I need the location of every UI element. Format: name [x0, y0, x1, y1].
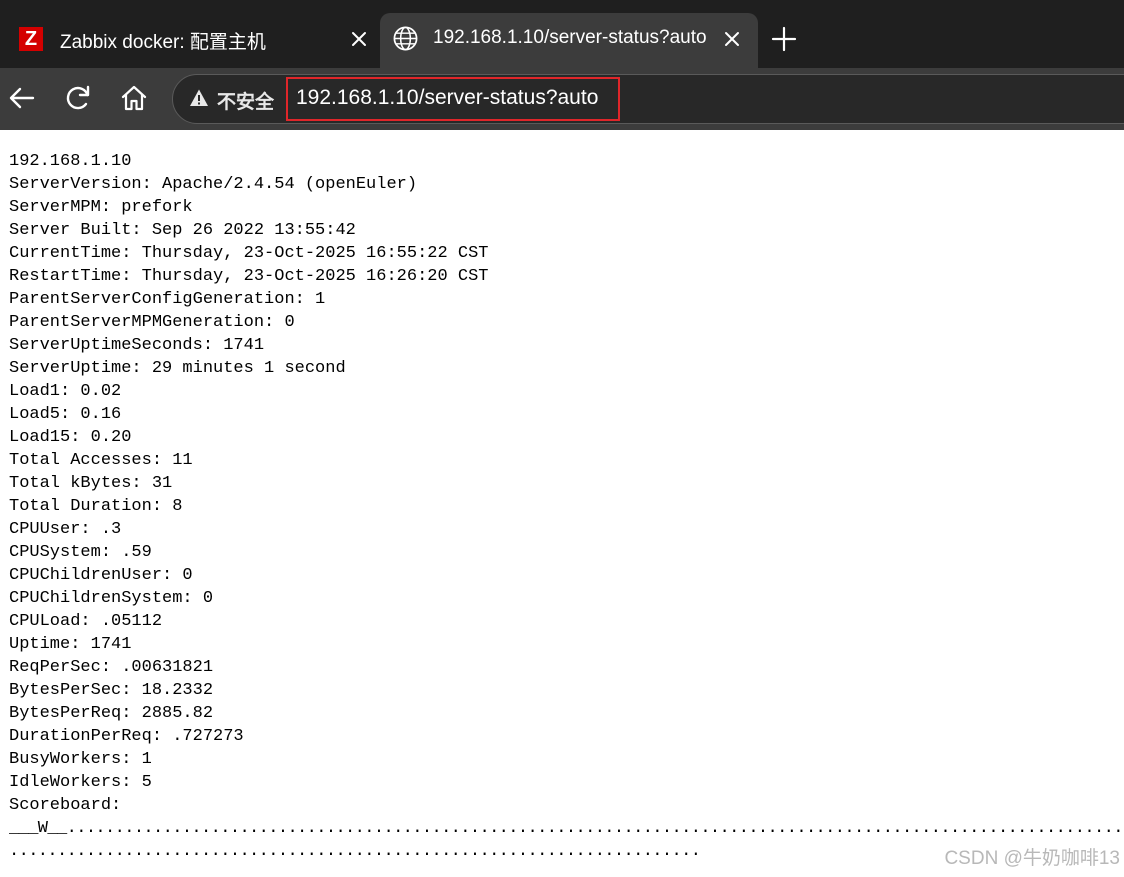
status-line: CPUSystem: .59 [9, 543, 152, 562]
status-line: Server Built: Sep 26 2022 13:55:42 [9, 221, 356, 240]
status-line: Load1: 0.02 [9, 382, 122, 401]
status-line: BytesPerReq: 2885.82 [9, 704, 214, 723]
status-line: DurationPerReq: .727273 [9, 727, 244, 746]
warning-triangle-icon [190, 89, 208, 106]
tab-strip: Z Zabbix docker: 配置主机 192.168.1.10/serve… [0, 0, 1124, 68]
reload-icon[interactable] [62, 82, 94, 114]
status-line: RestartTime: Thursday, 23-Oct-2025 16:26… [9, 267, 489, 286]
status-line: Total Duration: 8 [9, 497, 183, 516]
globe-icon [393, 26, 418, 51]
back-arrow-icon[interactable] [6, 82, 38, 114]
status-line: CPULoad: .05112 [9, 612, 163, 631]
status-line: CPUUser: .3 [9, 520, 122, 539]
status-line: ServerUptime: 29 minutes 1 second [9, 359, 346, 378]
watermark: CSDN @牛奶咖啡13 [944, 848, 1120, 869]
server-status-text: 192.168.1.10 ServerVersion: Apache/2.4.54… [9, 150, 488, 817]
tab-title: 192.168.1.10/server-status?auto [433, 27, 707, 48]
new-tab-plus-icon[interactable] [770, 25, 798, 53]
address-bar[interactable]: 不安全 192.168.1.10/server-status?auto [172, 74, 1124, 124]
zabbix-icon: Z [19, 27, 43, 51]
status-line: ParentServerConfigGeneration: 1 [9, 290, 326, 309]
status-line: IdleWorkers: 5 [9, 773, 152, 792]
close-icon[interactable] [348, 28, 370, 50]
scoreboard-line: ___W__..................................… [9, 819, 1123, 838]
tab-title: Zabbix docker: 配置主机 [60, 32, 266, 53]
status-line: Scoreboard: [9, 796, 122, 815]
status-line: ServerMPM: prefork [9, 198, 193, 217]
url-highlight-box[interactable]: 192.168.1.10/server-status?auto [286, 77, 620, 121]
status-line: BusyWorkers: 1 [9, 750, 152, 769]
status-line: CPUChildrenSystem: 0 [9, 589, 214, 608]
url-text[interactable]: 192.168.1.10/server-status?auto [296, 86, 598, 110]
browser-window: Z Zabbix docker: 配置主机 192.168.1.10/serve… [0, 0, 1124, 877]
home-icon[interactable] [118, 82, 150, 114]
status-line: Uptime: 1741 [9, 635, 132, 654]
status-line: 192.168.1.10 [9, 152, 132, 171]
browser-toolbar: 不安全 192.168.1.10/server-status?auto [0, 68, 1124, 130]
status-line: Total kBytes: 31 [9, 474, 173, 493]
status-line: ServerVersion: Apache/2.4.54 (openEuler) [9, 175, 418, 194]
status-line: CurrentTime: Thursday, 23-Oct-2025 16:55… [9, 244, 489, 263]
status-line: ReqPerSec: .00631821 [9, 658, 214, 677]
security-label: 不安全 [217, 92, 275, 113]
scoreboard-line: ........................................… [9, 842, 701, 861]
status-line: BytesPerSec: 18.2332 [9, 681, 214, 700]
status-line: ParentServerMPMGeneration: 0 [9, 313, 295, 332]
page-viewport: 192.168.1.10 ServerVersion: Apache/2.4.54… [0, 130, 1124, 877]
tab-server-status[interactable]: 192.168.1.10/server-status?auto [380, 13, 758, 68]
status-line: Load15: 0.20 [9, 428, 132, 447]
status-line: Total Accesses: 11 [9, 451, 193, 470]
tab-zabbix[interactable]: Z Zabbix docker: 配置主机 [0, 13, 380, 68]
status-line: Load5: 0.16 [9, 405, 122, 424]
status-line: ServerUptimeSeconds: 1741 [9, 336, 265, 355]
status-line: CPUChildrenUser: 0 [9, 566, 193, 585]
close-icon[interactable] [721, 28, 743, 50]
